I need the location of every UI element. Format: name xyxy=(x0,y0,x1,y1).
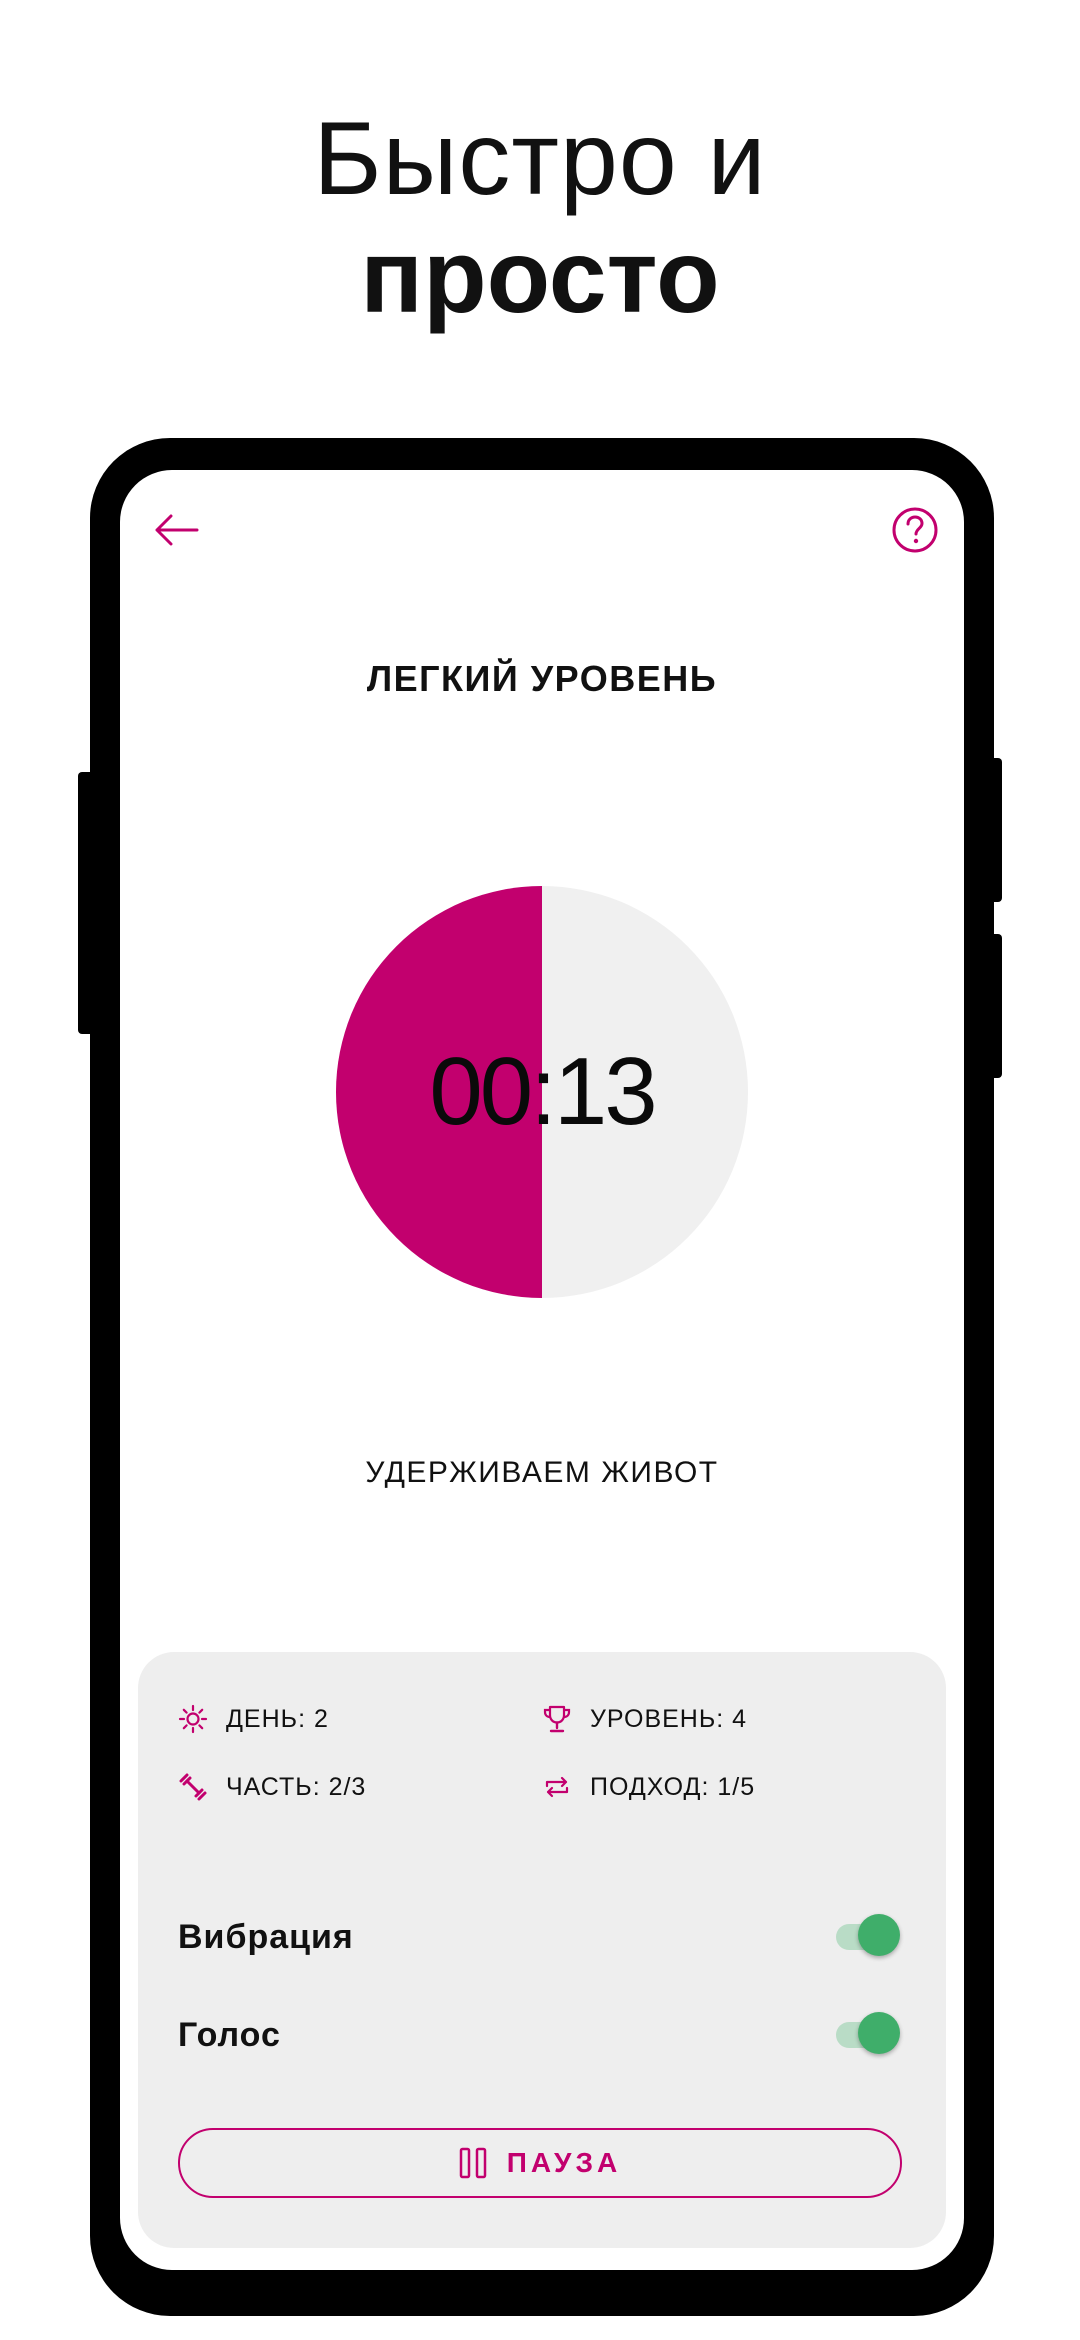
help-button[interactable] xyxy=(885,500,945,560)
exercise-name: УДЕРЖИВАЕМ ЖИВОТ xyxy=(365,1456,719,1489)
stat-day: ДЕНЬ: 2 xyxy=(176,1702,329,1736)
app-screen: ЛЕГКИЙ УРОВЕНЬ 00:13 УДЕРЖИВАЕМ ЖИВОТ ДЕ… xyxy=(120,470,964,2270)
repeat-icon xyxy=(545,1776,569,1798)
sun-icon xyxy=(178,1704,208,1734)
stat-set-label: ПОДХОД: 1/5 xyxy=(590,1772,756,1801)
question-circle-icon xyxy=(892,507,938,553)
timer-readout: 00:13 xyxy=(429,1038,657,1145)
stat-level-label: УРОВЕНЬ: 4 xyxy=(590,1704,748,1733)
arrow-left-icon xyxy=(155,514,199,546)
back-button[interactable] xyxy=(146,500,206,560)
toggle-thumb xyxy=(858,1914,900,1956)
stat-day-label: ДЕНЬ: 2 xyxy=(226,1704,329,1733)
stat-level: УРОВЕНЬ: 4 xyxy=(540,1702,747,1736)
trophy-icon xyxy=(543,1705,571,1733)
stat-set: ПОДХОД: 1/5 xyxy=(540,1770,755,1804)
toggle-thumb xyxy=(858,2012,900,2054)
headline-line-2: просто xyxy=(360,219,720,335)
pause-button[interactable]: ПАУЗА xyxy=(178,2128,902,2198)
pause-button-label: ПАУЗА xyxy=(506,2147,622,2178)
vibration-toggle[interactable] xyxy=(834,1910,904,1960)
vibration-label: Вибрация xyxy=(178,1918,354,1956)
voice-label: Голос xyxy=(178,2016,281,2054)
workout-info-panel: ДЕНЬ: 2 УРОВЕНЬ: 4 ЧАСТЬ: 2/3 ПОДХОД: 1/… xyxy=(138,1652,946,2248)
stat-part: ЧАСТЬ: 2/3 xyxy=(176,1770,366,1804)
voice-toggle[interactable] xyxy=(834,2008,904,2058)
headline-line-1: Быстро и xyxy=(313,101,767,217)
dumbbell-icon xyxy=(179,1773,207,1801)
pause-icon xyxy=(459,2147,487,2179)
level-title: ЛЕГКИЙ УРОВЕНЬ xyxy=(366,658,718,699)
promo-headline: Быстро и просто xyxy=(0,100,1080,336)
stat-part-label: ЧАСТЬ: 2/3 xyxy=(226,1772,367,1801)
